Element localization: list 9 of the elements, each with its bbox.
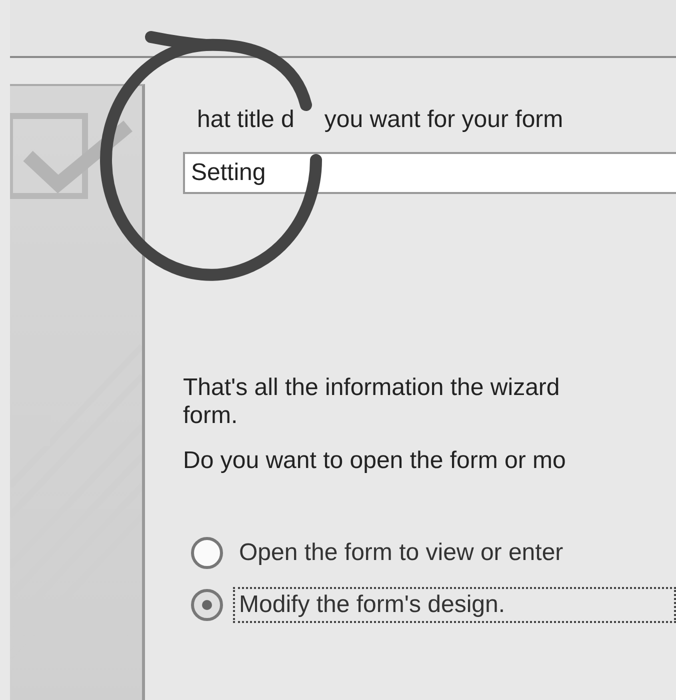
option-label[interactable]: Modify the form's design. bbox=[233, 587, 676, 624]
option-label[interactable]: Open the form to view or enter bbox=[233, 535, 570, 572]
title-prompt-text: you want for your form bbox=[324, 106, 564, 134]
radio-button[interactable] bbox=[191, 589, 223, 622]
radio-button[interactable] bbox=[191, 537, 223, 570]
question-text: Do you want to open the form or mo bbox=[183, 447, 567, 476]
title-prompt-text: hat title d bbox=[197, 106, 294, 134]
form-title-field[interactable]: Setting bbox=[183, 152, 676, 194]
info-text: That's all the information the wizard form. bbox=[183, 374, 561, 430]
